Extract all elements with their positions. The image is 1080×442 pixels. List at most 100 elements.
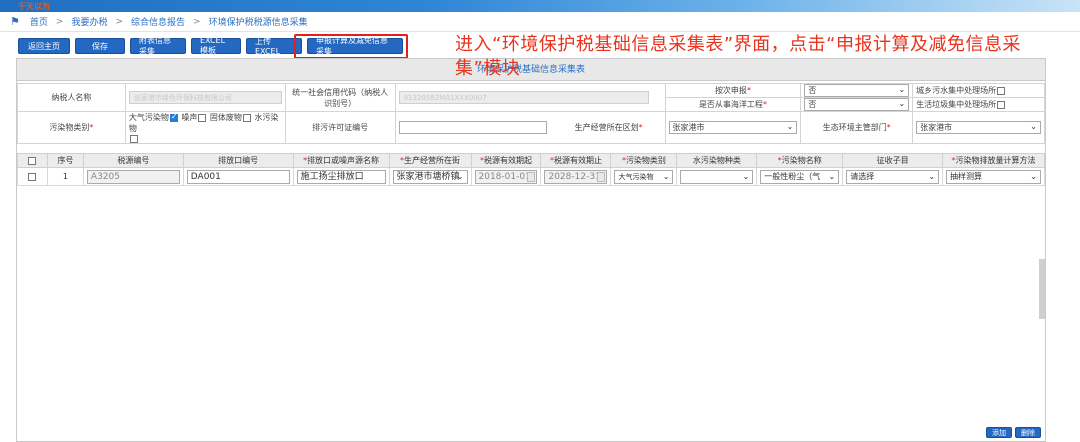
required-mark: *: [886, 123, 891, 132]
pollutant-noise-checkbox[interactable]: [198, 113, 207, 122]
breadcrumb: ⚑ 首页 > 我要办税 > 综合信息报告 > 环境保护税税源信息采集: [0, 12, 1080, 32]
start-date-value: 2018-01-01: [478, 171, 531, 182]
filing-by-times-text: 按次申报: [714, 86, 747, 95]
filing-by-times-value: 否: [808, 86, 817, 95]
urban-sewage-cell: 城乡污水集中处理场所: [912, 83, 1045, 98]
form-panel: 环境保护税基础信息采集表 纳税人名称 张家港市绿色环保科技有限公司 统一社会信用…: [16, 58, 1046, 442]
filing-by-times-label: 按次申报*: [664, 83, 802, 98]
calendar-icon[interactable]: [597, 171, 606, 182]
table-cell: 2018-01-01: [470, 167, 542, 186]
select-all-checkbox[interactable]: [28, 156, 37, 165]
sub-item-select[interactable]: 请选择 ⌄: [846, 169, 940, 184]
pollutant-cat-select[interactable]: 大气污染物 ⌄: [614, 169, 674, 184]
end-date-input[interactable]: 2028-12-31: [544, 169, 608, 184]
eco-dept-cell: 张家港市 ⌄: [912, 111, 1045, 144]
offshore-text: 是否从事海洋工程: [698, 100, 763, 109]
garbage-cell: 生活垃圾集中处理场所: [912, 97, 1045, 112]
credit-code-label-b: 识别号）: [324, 98, 357, 108]
pollutant-name-value: 一般性粉尘（气: [764, 171, 821, 181]
required-mark: *: [638, 123, 643, 132]
water-type-select[interactable]: ⌄: [680, 169, 754, 184]
chevron-down-icon: ⌄: [1030, 171, 1037, 181]
street-select[interactable]: 张家港市塘桥镇 ⌄: [392, 169, 468, 184]
scrollbar[interactable]: [1039, 259, 1045, 319]
pollutant-cat-value: 大气污染物: [618, 172, 654, 181]
chevron-down-icon: ⌄: [898, 99, 906, 108]
column-header: *污染物排放量计算方法: [942, 153, 1045, 168]
excel-template-button[interactable]: EXCEL模板: [191, 36, 241, 55]
column-header: 税源编号: [82, 153, 184, 168]
return-home-button[interactable]: 返回主页: [18, 38, 70, 54]
admin-district-label: 生产经营所在区划*: [575, 122, 643, 133]
credit-code-cell: 91320582MA1XXX0007: [394, 83, 666, 112]
required-mark: *: [762, 100, 767, 109]
breadcrumb-tax[interactable]: 我要办税: [71, 15, 107, 28]
start-date-input[interactable]: 2018-01-01: [474, 169, 538, 184]
eco-dept-text: 生态环境主管部门: [822, 123, 887, 132]
chevron-down-icon: ⌄: [742, 171, 750, 181]
garbage-label: 生活垃圾集中处理场所: [916, 100, 997, 109]
column-header-label: 生产经营所在街: [404, 156, 461, 165]
source-table: 序号 税源编号 排放口编号 *排放口或噪声源名称 *生产经营所在街 *税源有效期起 *税源有…: [17, 153, 1045, 186]
pollutant-type-cell: 大气污染物 噪声 固体废物 水污染物: [124, 111, 286, 144]
column-header: 排放口编号: [182, 153, 294, 168]
column-header: 征收子目: [842, 153, 944, 168]
column-header-label: 税源有效期起: [483, 156, 532, 165]
row-checkbox[interactable]: [28, 172, 37, 181]
offshore-cell: 否 ⌄: [800, 97, 914, 112]
pollutant-air-label: 大气污染物: [128, 113, 169, 122]
offshore-select[interactable]: 否 ⌄: [804, 98, 910, 111]
pollutant-extra-checkbox[interactable]: [129, 134, 138, 143]
tutorial-annotation: 进入“环境保护税基础信息采集表”界面，点击“申报计算及减免信息采集”模块: [455, 34, 1021, 79]
column-header-label: 水污染物种类: [692, 156, 741, 165]
credit-code-label: 统一社会信用代码（纳税人 识别号）: [284, 83, 396, 112]
credit-code-label-a: 统一社会信用代码（纳税人: [292, 87, 389, 97]
calendar-icon[interactable]: [527, 171, 536, 182]
breadcrumb-separator: >: [193, 16, 201, 27]
offshore-value: 否: [808, 100, 817, 109]
garbage-checkbox[interactable]: [997, 100, 1006, 109]
table-cell: ⌄: [676, 167, 758, 186]
column-header: 序号: [46, 153, 84, 168]
column-header: *生产经营所在街: [388, 153, 472, 168]
chevron-down-icon: ⌄: [928, 171, 936, 181]
permit-input[interactable]: [398, 121, 547, 134]
delete-row-button[interactable]: 删除: [1015, 427, 1041, 438]
urban-sewage-label: 城乡污水集中处理场所: [916, 86, 997, 95]
table-cell: 1: [46, 167, 84, 186]
table-cell: DA001: [182, 167, 294, 186]
admin-district-select[interactable]: 张家港市 ⌄: [668, 121, 798, 134]
attachment-info-button[interactable]: 附表信息采集: [130, 36, 186, 56]
admin-district-text: 生产经营所在区划: [574, 123, 639, 132]
table-cell: 请选择 ⌄: [842, 167, 944, 186]
pollutant-solid-checkbox[interactable]: [242, 113, 251, 122]
add-row-button[interactable]: 添加: [986, 427, 1012, 438]
pollutant-air-checkbox[interactable]: [169, 112, 178, 122]
street-value: 张家港市塘桥镇: [396, 171, 460, 182]
outlet-name-input[interactable]: 施工扬尘排放口: [296, 169, 386, 184]
pollutant-solid-label: 固体废物: [209, 113, 242, 122]
brand-logo: 千天以为: [18, 2, 50, 11]
column-header-label: 税源有效期止: [553, 156, 602, 165]
eco-dept-select[interactable]: 张家港市 ⌄: [916, 121, 1041, 134]
save-button[interactable]: 保存: [75, 38, 125, 54]
permit-label: 排污许可证编号: [284, 111, 396, 144]
taxpayer-name-label: 纳税人名称: [17, 83, 126, 112]
breadcrumb-current: 环境保护税税源信息采集: [208, 18, 308, 28]
breadcrumb-report[interactable]: 综合信息报告: [131, 15, 185, 28]
top-banner: 千天以为: [0, 0, 1080, 12]
chevron-down-icon: ⌄: [1030, 122, 1037, 131]
pollutant-noise-label: 噪声: [181, 113, 198, 122]
urban-sewage-checkbox[interactable]: [997, 86, 1006, 95]
taxpayer-name-value: 张家港市绿色环保科技有限公司: [128, 91, 282, 104]
breadcrumb-home[interactable]: 首页: [30, 15, 48, 28]
filing-by-times-select[interactable]: 否 ⌄: [804, 84, 910, 97]
column-header-label: 排放口或噪声源名称: [307, 156, 380, 165]
pollutant-name-select[interactable]: 一般性粉尘（气 ⌄: [760, 169, 840, 184]
table-cell: 施工扬尘排放口: [292, 167, 390, 186]
breadcrumb-separator: >: [115, 16, 123, 27]
calc-method-select[interactable]: 抽样测算 ⌄: [946, 169, 1041, 184]
table-row[interactable]: 1 A3205 DA001 施工扬尘排放口 张家港市塘桥镇 ⌄ 2018-01-01 2028…: [17, 167, 1045, 186]
outlet-no-input[interactable]: DA001: [186, 169, 290, 184]
table-cell: A3205: [82, 167, 184, 186]
